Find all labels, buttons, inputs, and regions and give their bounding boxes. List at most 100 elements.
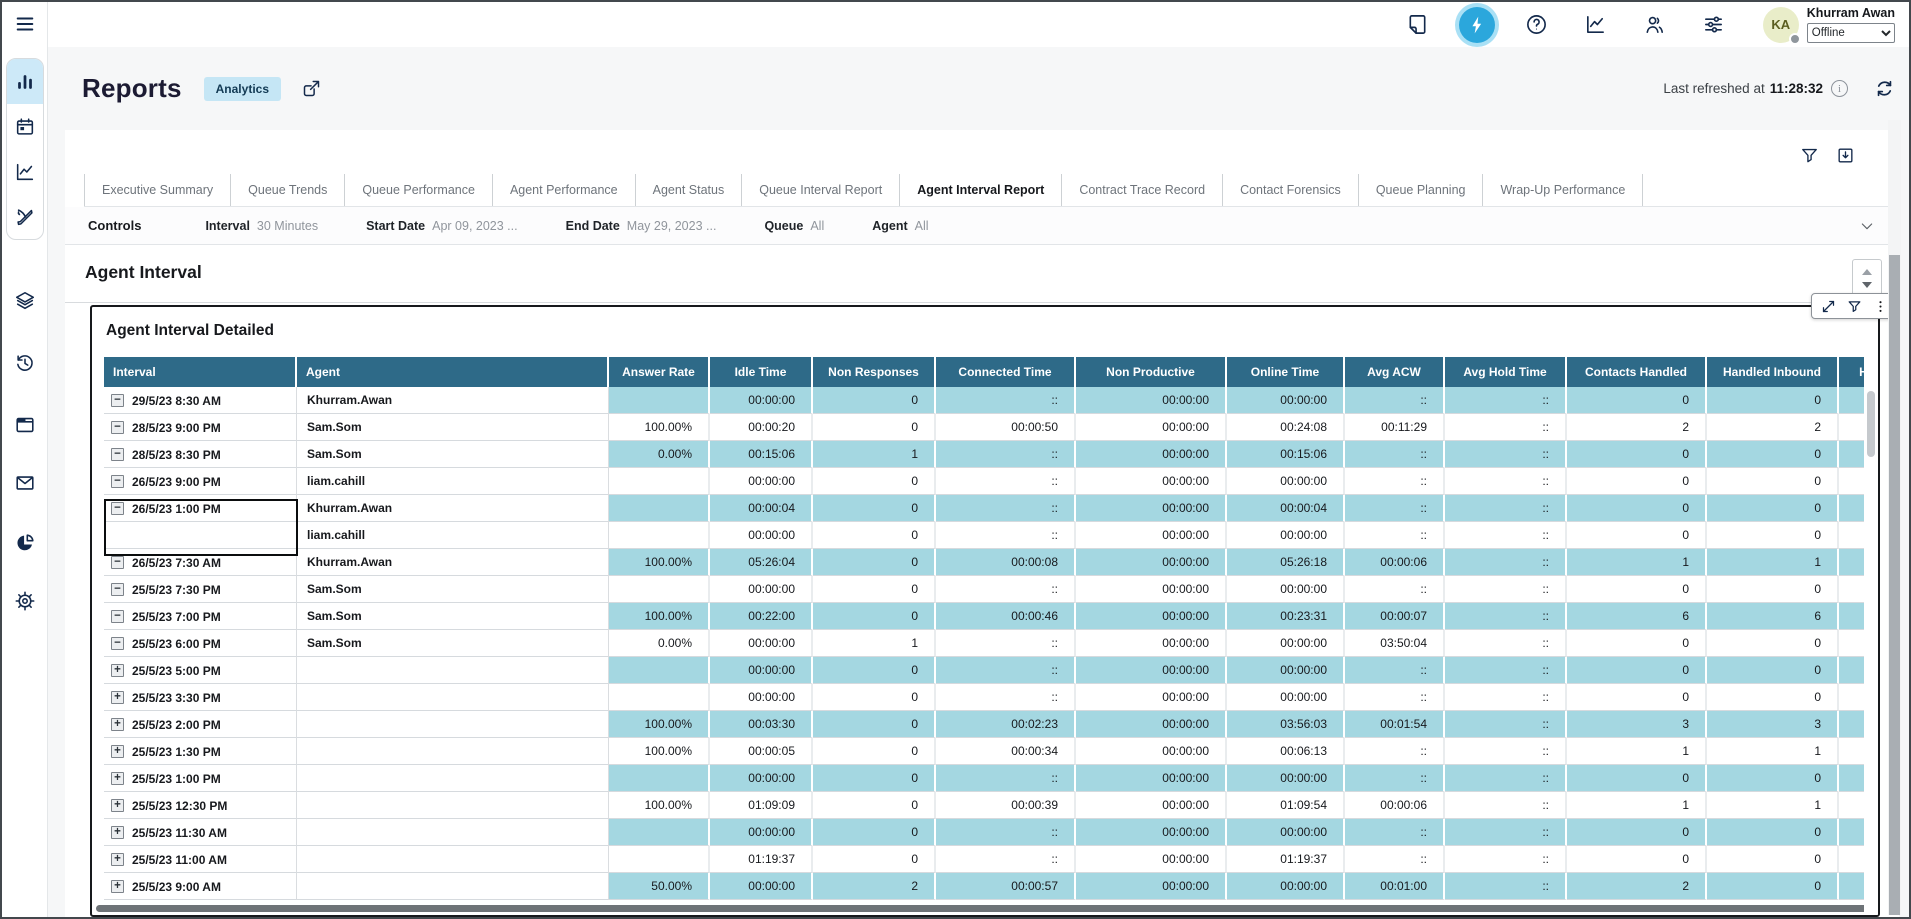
table-cell[interactable] (609, 657, 710, 684)
table-cell[interactable]: :: (1445, 441, 1567, 468)
table-cell[interactable]: 00:00:57 (936, 873, 1076, 900)
column-header-avg-hold-time[interactable]: Avg Hold Time (1445, 357, 1567, 387)
scrollbar-thumb[interactable] (1867, 391, 1875, 457)
table-cell[interactable]: 00:00:00 (710, 684, 813, 711)
table-cell[interactable]: :: (1445, 630, 1567, 657)
pie-chart-icon[interactable] (2, 532, 48, 554)
gear-icon[interactable] (2, 590, 48, 612)
table-cell[interactable] (104, 522, 297, 549)
expand-row-icon[interactable]: + (111, 718, 124, 731)
table-cell[interactable]: 00:00:00 (1076, 657, 1227, 684)
table-cell[interactable]: :: (1345, 441, 1445, 468)
table-cell[interactable]: 0 (813, 603, 936, 630)
collapse-row-icon[interactable]: − (111, 475, 124, 488)
table-cell[interactable]: 100.00% (609, 738, 710, 765)
table-cell[interactable]: 00:00:00 (1227, 765, 1345, 792)
table-cell[interactable]: :: (1445, 684, 1567, 711)
table-cell[interactable]: 00:00:00 (1076, 414, 1227, 441)
collapse-row-icon[interactable]: − (111, 421, 124, 434)
table-cell[interactable]: 00:01:54 (1345, 711, 1445, 738)
table-cell[interactable]: :: (1445, 711, 1567, 738)
table-cell[interactable]: 00:00:00 (710, 387, 813, 414)
scroll-up-icon[interactable] (1862, 269, 1872, 275)
table-cell[interactable]: :: (1345, 522, 1445, 549)
table-cell[interactable]: :: (936, 765, 1076, 792)
avatar[interactable]: KA (1763, 7, 1799, 43)
tab-queue-planning[interactable]: Queue Planning (1358, 174, 1483, 206)
table-cell[interactable]: :: (936, 441, 1076, 468)
table-cell[interactable]: 00:11:29 (1345, 414, 1445, 441)
table-cell[interactable]: :: (936, 684, 1076, 711)
table-cell[interactable]: 0 (1707, 468, 1839, 495)
scroll-down-icon[interactable] (1862, 282, 1872, 288)
table-cell[interactable]: Sam.Som (297, 603, 609, 630)
table-cell[interactable]: 100.00% (609, 603, 710, 630)
sidebar-item-reports[interactable] (7, 59, 43, 104)
table-cell[interactable]: 0 (1567, 684, 1707, 711)
table-cell[interactable]: 0 (1707, 495, 1839, 522)
table-cell[interactable]: 0 (1567, 765, 1707, 792)
table-cell[interactable]: :: (936, 846, 1076, 873)
table-cell[interactable] (609, 846, 710, 873)
table-cell[interactable]: 0 (1567, 441, 1707, 468)
column-header-online-time[interactable]: Online Time (1227, 357, 1345, 387)
table-cell[interactable]: 1 (1567, 738, 1707, 765)
table-cell[interactable]: 0 (813, 738, 936, 765)
tab-agent-status[interactable]: Agent Status (635, 174, 742, 206)
column-header-agent[interactable]: Agent (297, 357, 609, 387)
table-cell[interactable]: 00:00:00 (710, 819, 813, 846)
table-cell[interactable]: 100.00% (609, 549, 710, 576)
table-cell[interactable]: 00:00:00 (1076, 630, 1227, 657)
expand-icon[interactable] (1821, 299, 1836, 314)
table-cell[interactable]: 00:00:34 (936, 738, 1076, 765)
table-cell[interactable]: :: (1445, 549, 1567, 576)
table-cell[interactable]: 0 (1567, 576, 1707, 603)
table-cell[interactable] (609, 765, 710, 792)
table-cell[interactable]: 00:00:00 (1227, 387, 1345, 414)
table-cell[interactable]: 0.00% (609, 441, 710, 468)
table-cell[interactable]: 100.00% (609, 414, 710, 441)
expand-row-icon[interactable]: + (111, 664, 124, 677)
table-cell[interactable]: Khurram.Awan (297, 387, 609, 414)
table-cell[interactable]: :: (936, 522, 1076, 549)
table-cell[interactable]: −25/5/23 7:30 PM (104, 576, 297, 603)
table-cell[interactable]: +25/5/23 11:30 AM (104, 819, 297, 846)
table-cell[interactable]: 0 (1567, 819, 1707, 846)
table-cell[interactable]: 00:00:46 (936, 603, 1076, 630)
table-cell[interactable]: 0 (1707, 522, 1839, 549)
table-cell[interactable]: 00:00:00 (1076, 846, 1227, 873)
expand-row-icon[interactable]: + (111, 745, 124, 758)
table-cell[interactable] (609, 387, 710, 414)
table-cell[interactable]: 00:00:06 (1345, 792, 1445, 819)
control-interval[interactable]: Interval30 Minutes (205, 219, 318, 233)
table-cell[interactable]: 00:00:08 (936, 549, 1076, 576)
column-header-avg-acw[interactable]: Avg ACW (1345, 357, 1445, 387)
table-cell[interactable]: 01:19:37 (1227, 846, 1345, 873)
table-cell[interactable]: 05:26:04 (710, 549, 813, 576)
status-select[interactable]: Offline (1807, 23, 1895, 43)
table-cell[interactable]: 0 (1707, 576, 1839, 603)
table-cell[interactable]: :: (1345, 765, 1445, 792)
users-icon[interactable] (1643, 13, 1666, 36)
table-cell[interactable]: :: (936, 387, 1076, 414)
table-cell[interactable]: :: (1445, 765, 1567, 792)
preferences-sliders-icon[interactable] (1702, 13, 1725, 36)
table-cell[interactable]: 00:00:00 (1076, 522, 1227, 549)
table-cell[interactable]: 1 (1567, 549, 1707, 576)
table-cell[interactable]: 00:00:00 (1076, 873, 1227, 900)
expand-row-icon[interactable]: + (111, 853, 124, 866)
table-cell[interactable]: :: (1445, 657, 1567, 684)
table-cell[interactable]: Khurram.Awan (297, 495, 609, 522)
table-cell[interactable]: 00:00:00 (1227, 630, 1345, 657)
table-cell[interactable]: 00:00:00 (1076, 441, 1227, 468)
table-cell[interactable]: 00:00:00 (1076, 738, 1227, 765)
control-queue[interactable]: QueueAll (764, 219, 824, 233)
table-cell[interactable]: 1 (1567, 792, 1707, 819)
table-cell[interactable] (609, 576, 710, 603)
table-cell[interactable]: 00:00:20 (710, 414, 813, 441)
collapse-row-icon[interactable]: − (111, 394, 124, 407)
table-cell[interactable]: :: (1345, 846, 1445, 873)
table-cell[interactable] (297, 873, 609, 900)
table-cell[interactable]: 3 (1707, 711, 1839, 738)
expand-row-icon[interactable]: + (111, 799, 124, 812)
